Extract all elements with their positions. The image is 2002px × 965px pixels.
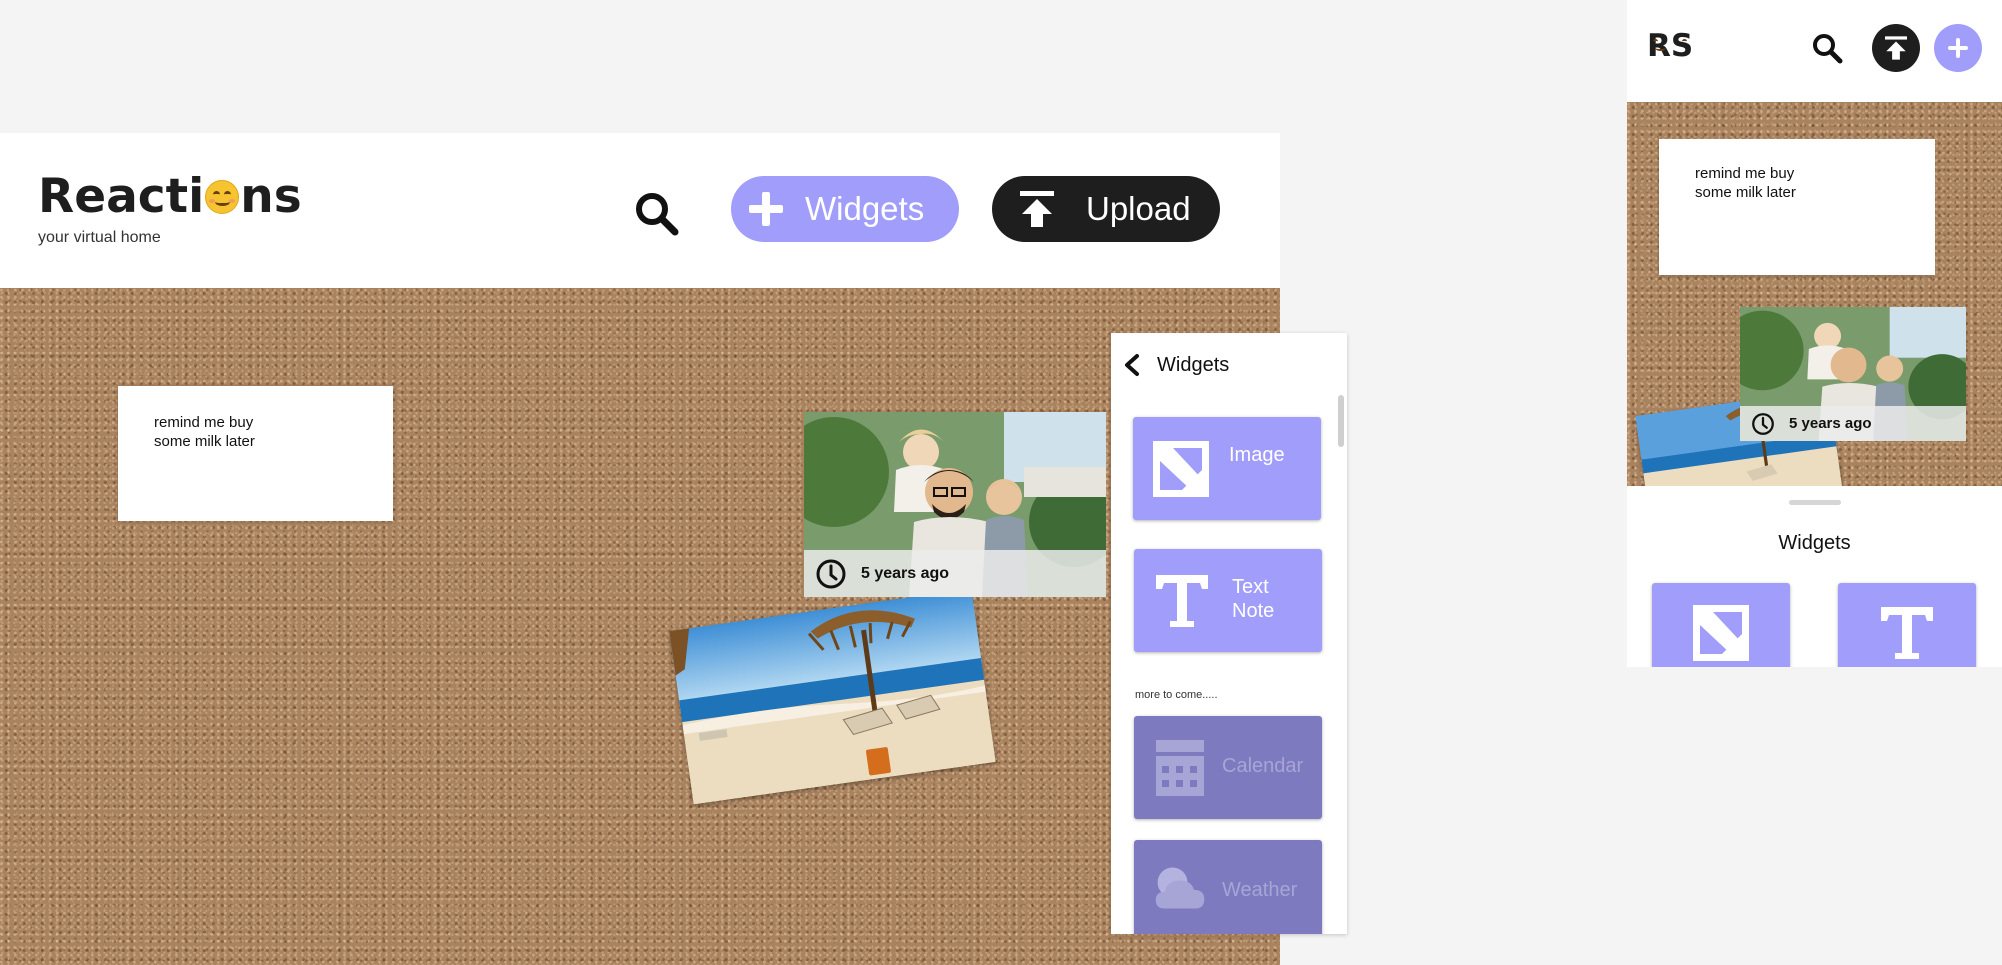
mobile-photo-timestamp: 5 years ago bbox=[1789, 415, 1872, 432]
logo-text-end: ns bbox=[240, 169, 302, 224]
clock-icon bbox=[816, 559, 846, 588]
photo-timestamp-bar: 5 years ago bbox=[1740, 406, 1966, 441]
widget-text-note-label: Text Note bbox=[1232, 576, 1275, 622]
image-icon bbox=[1693, 605, 1749, 661]
beach-image bbox=[669, 588, 996, 805]
plus-icon bbox=[1948, 38, 1968, 58]
text-note[interactable]: remind me buy some milk later bbox=[118, 386, 393, 521]
widget-weather-label: Weather bbox=[1222, 879, 1298, 901]
widgets-button-label: Widgets bbox=[805, 190, 925, 227]
widgets-panel-title: Widgets bbox=[1157, 353, 1230, 376]
widget-calendar-label: Calendar bbox=[1222, 755, 1304, 777]
mobile-widget-text-card[interactable] bbox=[1838, 583, 1976, 667]
beach-photo[interactable] bbox=[669, 588, 996, 805]
mobile-logo-text-end: S bbox=[1670, 28, 1694, 64]
widget-weather-card: Weather bbox=[1134, 840, 1322, 934]
logo-text-start: Reacti bbox=[38, 169, 205, 224]
scrollbar[interactable] bbox=[1338, 395, 1344, 447]
weather-icon bbox=[1155, 867, 1205, 909]
desktop-view: Reacti ns your virtual home Widgets Uploa… bbox=[0, 133, 1280, 965]
widget-image-card[interactable]: Image bbox=[1133, 417, 1321, 520]
mobile-app-logo: RS bbox=[1647, 31, 1693, 65]
widget-image-label: Image bbox=[1229, 444, 1285, 466]
mobile-view: RS remind me buy some milk later 5 years… bbox=[1627, 0, 2002, 667]
photo-timestamp: 5 years ago bbox=[861, 564, 950, 582]
plus-icon bbox=[749, 192, 783, 226]
cork-board[interactable]: remind me buy some milk later 5 years ag… bbox=[0, 288, 1280, 965]
mobile-text-note[interactable]: remind me buy some milk later bbox=[1659, 139, 1935, 275]
photo-timestamp-bar: 5 years ago bbox=[804, 550, 1106, 597]
app-logo: Reacti ns bbox=[38, 173, 302, 220]
tagline: your virtual home bbox=[38, 229, 161, 246]
widgets-panel: Widgets Image Text Note more to come....… bbox=[1111, 333, 1347, 934]
mobile-family-photo[interactable]: 5 years ago bbox=[1740, 307, 1966, 441]
search-icon bbox=[1813, 34, 1843, 64]
upload-icon bbox=[1885, 36, 1907, 60]
more-to-come-label: more to come..... bbox=[1135, 689, 1218, 701]
mobile-widget-image-card[interactable] bbox=[1652, 583, 1790, 667]
family-photo[interactable]: 5 years ago bbox=[804, 412, 1106, 597]
chevron-left-icon[interactable] bbox=[1123, 353, 1141, 377]
search-button[interactable] bbox=[632, 189, 682, 239]
upload-button-label: Upload bbox=[1086, 190, 1191, 227]
widgets-button[interactable]: Widgets bbox=[731, 176, 959, 242]
image-icon bbox=[1153, 441, 1209, 497]
widget-calendar-card: Calendar bbox=[1134, 716, 1322, 819]
calendar-icon bbox=[1156, 740, 1204, 796]
search-icon bbox=[636, 193, 679, 236]
mobile-upload-button[interactable] bbox=[1872, 24, 1920, 72]
widgets-panel-header: Widgets bbox=[1123, 353, 1229, 377]
mobile-cork-board[interactable]: remind me buy some milk later 5 years ag… bbox=[1627, 102, 2002, 486]
text-icon bbox=[1881, 607, 1933, 659]
mobile-search-button[interactable] bbox=[1810, 31, 1844, 65]
smiley-emoji-icon bbox=[205, 180, 240, 214]
text-icon bbox=[1156, 575, 1208, 627]
widget-text-note-card[interactable]: Text Note bbox=[1134, 549, 1322, 652]
clock-icon bbox=[1752, 412, 1774, 435]
mobile-widgets-title: Widgets bbox=[1778, 532, 1851, 554]
drawer-handle[interactable] bbox=[1789, 500, 1841, 505]
upload-icon bbox=[1020, 191, 1054, 227]
upload-button[interactable]: Upload bbox=[992, 176, 1220, 242]
mobile-add-widget-button[interactable] bbox=[1934, 24, 1982, 72]
header: Reacti ns your virtual home Widgets Uploa… bbox=[0, 133, 1280, 288]
